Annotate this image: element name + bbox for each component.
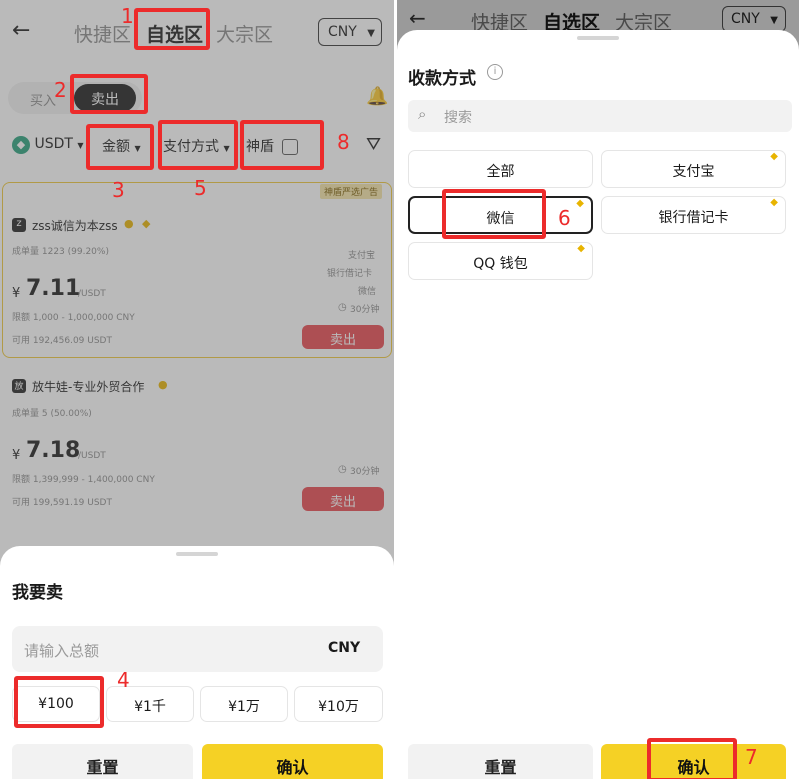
option-label: 支付宝	[672, 164, 715, 180]
option-alipay[interactable]: 支付宝 ◆	[601, 150, 786, 188]
shield-icon: ◆	[577, 243, 585, 254]
preset-label: ¥1千	[134, 699, 166, 715]
confirm-button[interactable]: 确认	[202, 744, 383, 779]
preset-label: ¥1万	[228, 699, 260, 715]
left-screen: ← 快捷区 自选区 大宗区 CNY ▼ 买入 卖出 🔔 ◆ USDT ▼ 金额 …	[0, 0, 394, 779]
annotation-label: 8	[337, 130, 350, 154]
preset-10k[interactable]: ¥1万	[200, 686, 288, 722]
annotation-label: 5	[194, 176, 207, 200]
annotation-box-wechat	[442, 189, 546, 239]
amount-sheet: 我要卖 请输入总额 CNY ¥100 ¥1千 ¥1万 ¥10万 重置 确认	[0, 546, 394, 779]
currency-select[interactable]: CNY ▼	[722, 6, 786, 32]
payment-method-sheet: 收款方式 i ⌕ 搜索 全部 支付宝 ◆ 微信 ◆ 银行借记卡 ◆ QQ 钱包 …	[397, 30, 799, 779]
annotation-label: 6	[558, 206, 571, 230]
back-arrow-icon[interactable]: ←	[409, 6, 426, 30]
option-label: 全部	[486, 164, 515, 180]
option-bank-card[interactable]: 银行借记卡 ◆	[601, 196, 786, 234]
confirm-label: 确认	[276, 758, 309, 777]
search-input[interactable]: ⌕ 搜索	[408, 100, 792, 132]
annotation-label: 2	[54, 78, 67, 102]
annotation-label: 3	[112, 178, 125, 202]
shield-icon: ◆	[770, 151, 778, 162]
chevron-down-icon: ▼	[770, 15, 778, 26]
sheet-title: 我要卖	[12, 583, 63, 603]
right-screen: ← 快捷区 自选区 大宗区 CNY ▼ 收款方式 i ⌕ 搜索 全部 支付宝 ◆…	[397, 0, 799, 779]
annotation-label: 1	[121, 4, 134, 28]
annotation-box-amount-filter	[86, 124, 154, 170]
annotation-label: 7	[745, 745, 758, 769]
amount-input[interactable]: 请输入总额 CNY	[12, 626, 383, 672]
reset-label: 重置	[484, 758, 517, 777]
option-qq-wallet[interactable]: QQ 钱包 ◆	[408, 242, 593, 280]
shield-icon: ◆	[770, 197, 778, 208]
sheet-handle[interactable]	[176, 552, 218, 556]
reset-button[interactable]: 重置	[408, 744, 593, 779]
input-currency: CNY	[328, 640, 361, 656]
currency-label: CNY	[731, 11, 760, 27]
annotation-box-shield-filter	[240, 120, 324, 170]
preset-100k[interactable]: ¥10万	[294, 686, 383, 722]
preset-label: ¥10万	[318, 699, 359, 715]
annotation-box-sell-toggle	[70, 74, 148, 114]
search-icon: ⌕	[418, 105, 427, 123]
annotation-box-selected-tab	[134, 8, 210, 50]
option-label: 银行借记卡	[658, 210, 729, 226]
amount-placeholder: 请输入总额	[24, 642, 100, 660]
reset-button[interactable]: 重置	[12, 744, 193, 779]
annotation-box-confirm	[647, 738, 737, 779]
annotation-box-payment-filter	[158, 120, 238, 170]
option-label: QQ 钱包	[473, 256, 528, 272]
sheet-title: 收款方式	[408, 69, 476, 89]
annotation-label: 4	[117, 668, 130, 692]
reset-label: 重置	[86, 758, 119, 777]
sheet-handle[interactable]	[577, 36, 619, 40]
info-icon[interactable]: i	[487, 64, 503, 80]
search-placeholder: 搜索	[444, 110, 472, 126]
shield-icon: ◆	[576, 198, 584, 209]
option-all[interactable]: 全部	[408, 150, 593, 188]
annotation-box-preset	[14, 676, 104, 728]
